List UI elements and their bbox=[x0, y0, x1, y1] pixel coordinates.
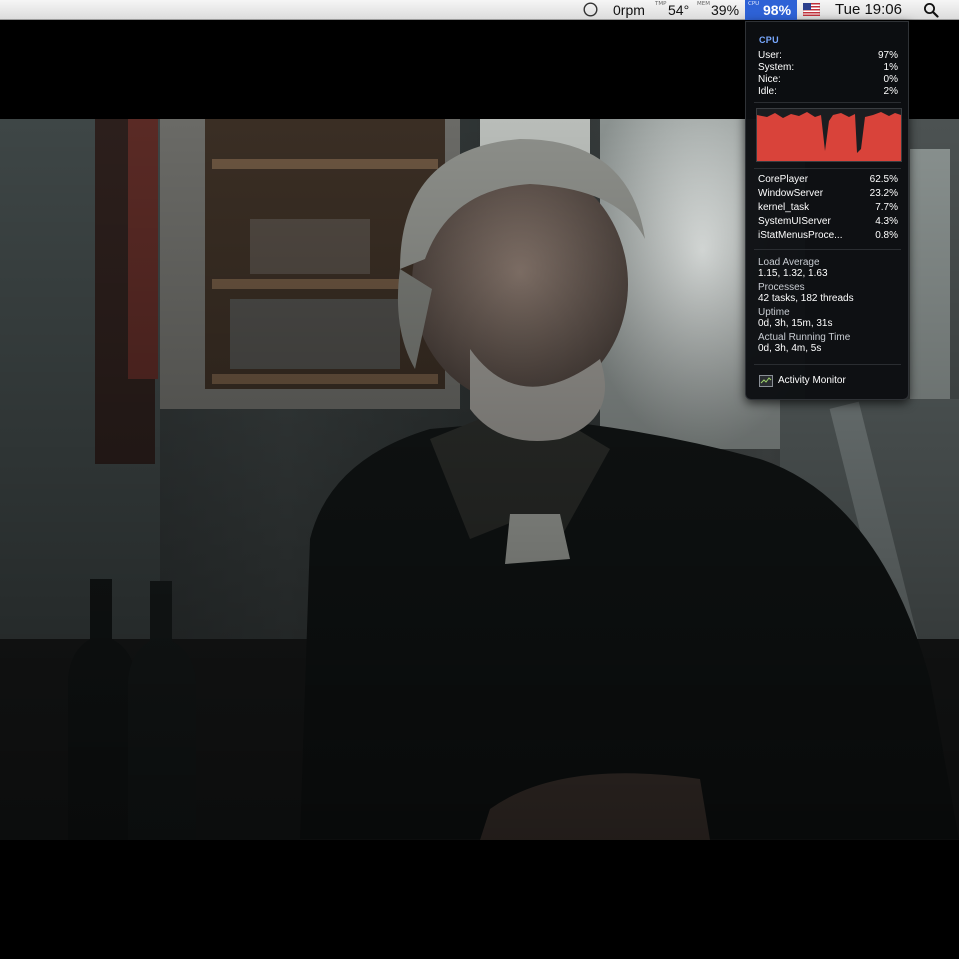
clock-menu-item[interactable]: Tue 19:06 bbox=[835, 0, 902, 20]
usage-label: User: bbox=[758, 50, 782, 61]
running-time-value: 0d, 3h, 4m, 5s bbox=[758, 343, 822, 354]
menu-bar: 0rpm TMP 54° MEM 39% CPU 98% Tue 19:06 bbox=[0, 0, 959, 20]
cpu-menu-item[interactable]: CPU 98% bbox=[745, 0, 797, 20]
cpu-tag: CPU bbox=[748, 1, 760, 7]
process-row: SystemUIServer 4.3% bbox=[758, 216, 898, 228]
memory-menu-item[interactable]: 39% bbox=[711, 0, 739, 20]
process-cpu: 62.5% bbox=[869, 174, 898, 185]
popup-header: CPU bbox=[759, 35, 779, 45]
uptime-value: 0d, 3h, 15m, 31s bbox=[758, 318, 833, 329]
process-row: CorePlayer 62.5% bbox=[758, 174, 898, 186]
temperature-menu-item[interactable]: 54° bbox=[668, 0, 689, 20]
divider bbox=[754, 249, 901, 250]
load-average-value: 1.15, 1.32, 1.63 bbox=[758, 268, 828, 279]
divider bbox=[754, 102, 901, 103]
usage-row-idle: Idle: 2% bbox=[758, 86, 898, 98]
fan-speed-menu-item[interactable]: 0rpm bbox=[613, 0, 645, 20]
cpu-value: 98% bbox=[763, 2, 792, 18]
mem-tag: MEM bbox=[697, 1, 710, 7]
cpu-history-graph bbox=[756, 108, 902, 162]
process-name: kernel_task bbox=[758, 202, 810, 213]
divider bbox=[754, 364, 901, 365]
usage-row-system: System: 1% bbox=[758, 62, 898, 74]
usage-label: System: bbox=[758, 62, 795, 73]
process-row: iStatMenusProce... 0.8% bbox=[758, 230, 898, 242]
divider bbox=[754, 168, 901, 169]
process-row: kernel_task 7.7% bbox=[758, 202, 898, 214]
activity-monitor-button[interactable]: Activity Monitor bbox=[754, 370, 901, 392]
temp-tag: TMP bbox=[655, 1, 667, 7]
process-name: iStatMenusProce... bbox=[758, 230, 843, 241]
activity-monitor-label: Activity Monitor bbox=[778, 375, 846, 386]
cpu-history-sparkline bbox=[757, 112, 901, 161]
usage-row-nice: Nice: 0% bbox=[758, 74, 898, 86]
process-name: SystemUIServer bbox=[758, 216, 831, 227]
processes-value: 42 tasks, 182 threads bbox=[758, 293, 854, 304]
process-name: CorePlayer bbox=[758, 174, 809, 185]
usage-label: Idle: bbox=[758, 86, 777, 97]
process-cpu: 23.2% bbox=[869, 188, 898, 199]
usage-value: 1% bbox=[883, 62, 898, 73]
spotlight-search-icon[interactable] bbox=[923, 2, 939, 18]
cpu-stats-popup: CPU User: 97% System: 1% Nice: 0% Idle: … bbox=[745, 21, 909, 400]
us-flag-input-icon[interactable] bbox=[803, 3, 820, 16]
process-row: WindowServer 23.2% bbox=[758, 188, 898, 200]
usage-value: 97% bbox=[877, 50, 898, 61]
activity-monitor-icon bbox=[759, 375, 773, 387]
fan-status-icon[interactable] bbox=[583, 2, 598, 17]
process-name: WindowServer bbox=[758, 188, 824, 199]
usage-row-user: User: 97% bbox=[758, 50, 898, 62]
process-cpu: 7.7% bbox=[875, 202, 898, 213]
process-cpu: 0.8% bbox=[875, 230, 898, 241]
usage-value: 2% bbox=[883, 86, 898, 97]
usage-value: 0% bbox=[883, 74, 898, 85]
process-cpu: 4.3% bbox=[875, 216, 898, 227]
usage-label: Nice: bbox=[758, 74, 781, 85]
